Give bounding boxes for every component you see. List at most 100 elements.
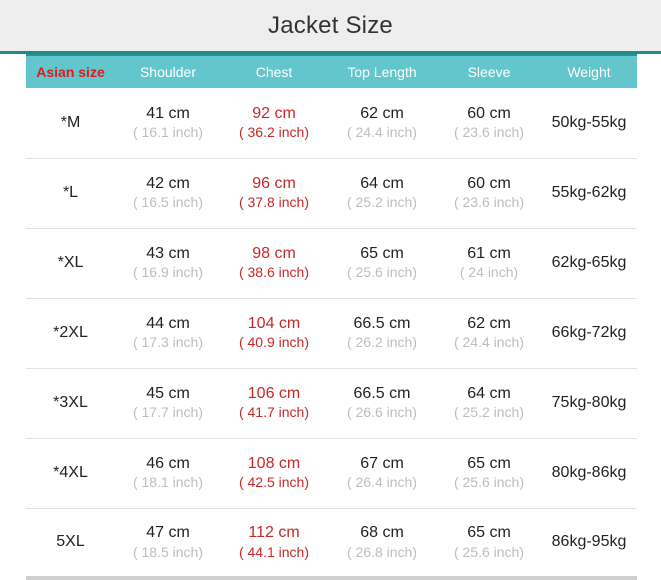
cell-sleeve: 61 cm ( 24 inch)	[437, 228, 541, 298]
sleeve-inch: ( 23.6 inch)	[454, 124, 524, 142]
column-header-chest: Chest	[221, 55, 327, 88]
sleeve-inch: ( 25.6 inch)	[454, 544, 524, 562]
cell-sleeve: 64 cm ( 25.2 inch)	[437, 368, 541, 438]
column-header-weight: Weight	[541, 55, 637, 88]
cell-chest: 92 cm ( 36.2 inch)	[221, 88, 327, 158]
shoulder-cm: 41 cm	[146, 104, 190, 124]
chest-inch: ( 42.5 inch)	[239, 474, 309, 492]
sleeve-inch: ( 25.2 inch)	[454, 404, 524, 422]
top-length-inch: ( 26.2 inch)	[347, 334, 417, 352]
column-header-sleeve: Sleeve	[437, 55, 541, 88]
sleeve-cm: 65 cm	[467, 523, 511, 543]
cell-chest: 98 cm ( 38.6 inch)	[221, 228, 327, 298]
top-length-cm: 66.5 cm	[354, 314, 411, 334]
cell-top-length: 65 cm ( 25.6 inch)	[327, 228, 437, 298]
chest-cm: 106 cm	[248, 384, 300, 404]
cell-weight: 62kg-65kg	[541, 228, 637, 298]
cell-chest: 96 cm ( 37.8 inch)	[221, 158, 327, 228]
cell-weight: 86kg-95kg	[541, 508, 637, 578]
sleeve-inch: ( 24.4 inch)	[454, 334, 524, 352]
sleeve-inch: ( 23.6 inch)	[454, 194, 524, 212]
cell-sleeve: 65 cm ( 25.6 inch)	[437, 508, 541, 578]
cell-size: *4XL	[26, 438, 115, 508]
top-length-inch: ( 26.6 inch)	[347, 404, 417, 422]
size-chart: Jacket Size Asian size Shoulder Chest To…	[0, 0, 661, 571]
chest-cm: 112 cm	[248, 523, 299, 543]
shoulder-cm: 46 cm	[146, 454, 190, 474]
cell-size: *2XL	[26, 298, 115, 368]
column-header-size: Asian size	[26, 55, 115, 88]
cell-weight: 75kg-80kg	[541, 368, 637, 438]
shoulder-inch: ( 17.7 inch)	[133, 404, 203, 422]
cell-top-length: 66.5 cm ( 26.2 inch)	[327, 298, 437, 368]
shoulder-cm: 44 cm	[146, 314, 190, 334]
cell-size: *3XL	[26, 368, 115, 438]
cell-sleeve: 60 cm ( 23.6 inch)	[437, 158, 541, 228]
chest-cm: 108 cm	[248, 454, 300, 474]
cell-sleeve: 65 cm ( 25.6 inch)	[437, 438, 541, 508]
table-header: Asian size Shoulder Chest Top Length Sle…	[26, 55, 637, 88]
cell-shoulder: 43 cm ( 16.9 inch)	[115, 228, 221, 298]
sleeve-inch: ( 25.6 inch)	[454, 474, 524, 492]
sleeve-cm: 60 cm	[467, 104, 511, 124]
table-row: *3XL 45 cm ( 17.7 inch) 106 cm ( 41.7 in…	[26, 368, 637, 438]
shoulder-cm: 42 cm	[146, 174, 190, 194]
size-label: *3XL	[53, 394, 88, 411]
sleeve-cm: 60 cm	[467, 174, 511, 194]
cell-sleeve: 62 cm ( 24.4 inch)	[437, 298, 541, 368]
cell-chest: 112 cm ( 44.1 inch)	[221, 508, 327, 578]
chest-inch: ( 37.8 inch)	[239, 194, 309, 212]
column-header-top-length: Top Length	[327, 55, 437, 88]
size-table: Asian size Shoulder Chest Top Length Sle…	[26, 54, 637, 580]
cell-chest: 104 cm ( 40.9 inch)	[221, 298, 327, 368]
size-label: 5XL	[56, 533, 84, 550]
size-label: *4XL	[53, 464, 88, 481]
cell-weight: 80kg-86kg	[541, 438, 637, 508]
size-label: *2XL	[53, 324, 88, 341]
top-length-cm: 66.5 cm	[354, 384, 411, 404]
weight-label: 55kg-62kg	[552, 184, 627, 201]
table-header-row: Asian size Shoulder Chest Top Length Sle…	[26, 55, 637, 88]
table-row: *L 42 cm ( 16.5 inch) 96 cm ( 37.8 inch)	[26, 158, 637, 228]
sleeve-cm: 65 cm	[467, 454, 511, 474]
shoulder-inch: ( 18.1 inch)	[133, 474, 203, 492]
cell-shoulder: 47 cm ( 18.5 inch)	[115, 508, 221, 578]
cell-weight: 55kg-62kg	[541, 158, 637, 228]
shoulder-cm: 43 cm	[146, 244, 190, 264]
shoulder-inch: ( 16.1 inch)	[133, 124, 203, 142]
cell-size: *L	[26, 158, 115, 228]
cell-chest: 106 cm ( 41.7 inch)	[221, 368, 327, 438]
table-row: *2XL 44 cm ( 17.3 inch) 104 cm ( 40.9 in…	[26, 298, 637, 368]
table-body: *M 41 cm ( 16.1 inch) 92 cm ( 36.2 inch)	[26, 88, 637, 578]
cell-weight: 66kg-72kg	[541, 298, 637, 368]
top-length-inch: ( 24.4 inch)	[347, 124, 417, 142]
shoulder-cm: 47 cm	[146, 523, 190, 543]
top-length-cm: 64 cm	[360, 174, 404, 194]
chest-cm: 98 cm	[252, 244, 296, 264]
chest-inch: ( 41.7 inch)	[239, 404, 309, 422]
table-row: *XL 43 cm ( 16.9 inch) 98 cm ( 38.6 inch…	[26, 228, 637, 298]
sleeve-cm: 64 cm	[467, 384, 511, 404]
cell-top-length: 62 cm ( 24.4 inch)	[327, 88, 437, 158]
table-row: *4XL 46 cm ( 18.1 inch) 108 cm ( 42.5 in…	[26, 438, 637, 508]
cell-size: *XL	[26, 228, 115, 298]
top-length-cm: 67 cm	[360, 454, 404, 474]
size-label: *XL	[58, 254, 84, 271]
cell-top-length: 67 cm ( 26.4 inch)	[327, 438, 437, 508]
top-length-inch: ( 26.4 inch)	[347, 474, 417, 492]
shoulder-inch: ( 17.3 inch)	[133, 334, 203, 352]
weight-label: 62kg-65kg	[552, 254, 627, 271]
shoulder-inch: ( 18.5 inch)	[133, 544, 203, 562]
cell-size: 5XL	[26, 508, 115, 578]
chest-inch: ( 38.6 inch)	[239, 264, 309, 282]
cell-chest: 108 cm ( 42.5 inch)	[221, 438, 327, 508]
cell-shoulder: 46 cm ( 18.1 inch)	[115, 438, 221, 508]
cell-shoulder: 45 cm ( 17.7 inch)	[115, 368, 221, 438]
sleeve-inch: ( 24 inch)	[460, 264, 518, 282]
page-title: Jacket Size	[268, 12, 393, 40]
size-label: *M	[61, 114, 81, 131]
table-row: 5XL 47 cm ( 18.5 inch) 112 cm ( 44.1 inc…	[26, 508, 637, 578]
chest-inch: ( 36.2 inch)	[239, 124, 309, 142]
cell-top-length: 66.5 cm ( 26.6 inch)	[327, 368, 437, 438]
weight-label: 75kg-80kg	[552, 394, 627, 411]
